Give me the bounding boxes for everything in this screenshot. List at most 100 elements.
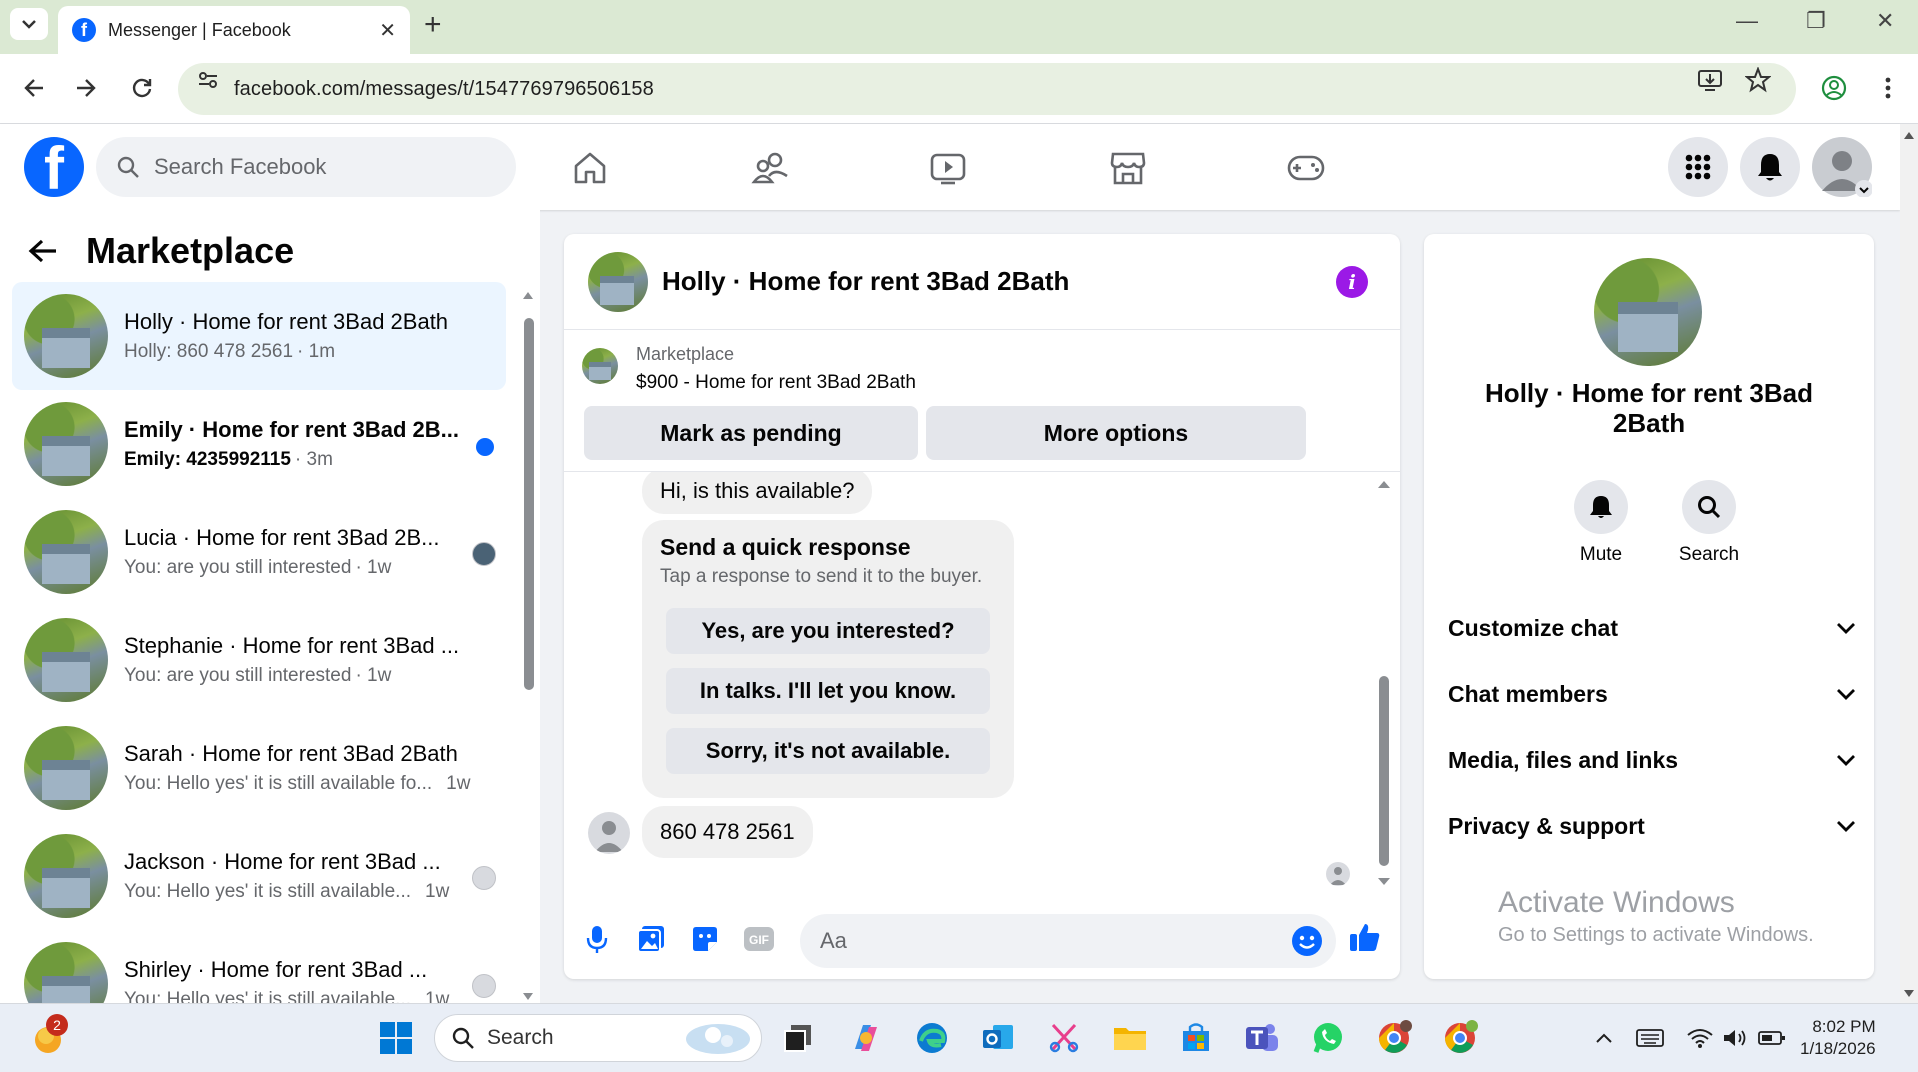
keyboard-icon[interactable] — [1630, 1018, 1670, 1058]
listing-title[interactable]: $900 - Home for rent 3Bad 2Bath — [636, 372, 916, 394]
new-tab-button[interactable]: + — [424, 10, 442, 40]
chrome-icon[interactable] — [1374, 1018, 1414, 1058]
more-options-button[interactable]: More options — [926, 406, 1306, 460]
scroll-down-icon[interactable] — [522, 992, 534, 1002]
sticker-icon[interactable] — [688, 922, 722, 956]
taskbar-search[interactable]: Search — [434, 1014, 762, 1062]
chat-list-scrollbar[interactable] — [522, 290, 534, 1000]
wifi-icon[interactable] — [1680, 1018, 1720, 1058]
quick-response-option[interactable]: In talks. I'll let you know. — [666, 668, 990, 714]
search-in-chat-button[interactable]: Search — [1664, 480, 1754, 566]
volume-icon[interactable] — [1716, 1018, 1756, 1058]
listing-thumbnail[interactable] — [582, 348, 618, 384]
conversation-title[interactable]: Holly · Home for rent 3Bad 2Bath — [662, 266, 1069, 297]
gif-icon[interactable]: GIF — [742, 922, 776, 956]
message-thread: Hi, is this available? Send a quick resp… — [564, 472, 1400, 892]
site-settings-icon[interactable] — [194, 66, 222, 94]
media-files-links-section[interactable]: Media, files and links — [1448, 740, 1856, 780]
chat-members-section[interactable]: Chat members — [1448, 674, 1856, 714]
file-explorer-icon[interactable] — [1110, 1018, 1150, 1058]
chat-time: · 1m — [297, 341, 336, 362]
taskbar-search-placeholder: Search — [487, 1026, 554, 1049]
scrollbar-thumb[interactable] — [1379, 676, 1389, 866]
edge-icon[interactable] — [912, 1018, 952, 1058]
browser-tab-messenger[interactable]: f Messenger | Facebook ✕ — [58, 6, 410, 54]
mute-button[interactable]: Mute — [1556, 480, 1646, 566]
tab-list-button[interactable] — [10, 8, 48, 40]
battery-icon[interactable] — [1752, 1018, 1792, 1058]
menu-dots-icon[interactable] — [1870, 70, 1906, 106]
minimize-icon[interactable]: — — [1736, 8, 1758, 34]
outlook-icon[interactable] — [978, 1018, 1018, 1058]
microphone-icon[interactable] — [580, 922, 614, 956]
close-tab-icon[interactable]: ✕ — [379, 18, 396, 43]
chrome-profile-icon[interactable] — [1440, 1018, 1480, 1058]
home-icon[interactable] — [566, 144, 614, 192]
friends-icon[interactable] — [746, 144, 794, 192]
listing-avatar — [24, 618, 108, 702]
menu-grid-icon[interactable] — [1668, 137, 1728, 197]
notification-badge: 2 — [46, 1014, 68, 1036]
windows-start-icon[interactable] — [376, 1018, 416, 1058]
chat-time: · 1w — [355, 557, 392, 578]
microsoft-store-icon[interactable] — [1176, 1018, 1216, 1058]
install-app-icon[interactable] — [1696, 66, 1724, 94]
forward-icon[interactable] — [68, 70, 104, 106]
quick-response-option[interactable]: Sorry, it's not available. — [666, 728, 990, 774]
scrollbar-thumb[interactable] — [524, 318, 534, 690]
privacy-support-section[interactable]: Privacy & support — [1448, 806, 1856, 846]
close-window-icon[interactable]: ✕ — [1876, 8, 1894, 34]
thread-scrollbar[interactable] — [1376, 478, 1392, 888]
chat-item[interactable]: Sarah · Home for rent 3Bad 2Bath You: He… — [12, 714, 506, 822]
gaming-icon[interactable] — [1282, 144, 1330, 192]
conversation-avatar[interactable] — [588, 251, 648, 312]
address-bar[interactable]: facebook.com/messages/t/1547769796506158 — [178, 63, 1796, 115]
snipping-tool-icon[interactable] — [1044, 1018, 1084, 1058]
details-name: Holly · Home for rent 3Bad 2Bath — [1485, 378, 1813, 438]
facebook-logo[interactable]: f — [24, 137, 84, 197]
video-icon[interactable] — [924, 144, 972, 192]
chat-item[interactable]: Holly · Home for rent 3Bad 2Bath Holly: … — [12, 282, 506, 390]
info-icon[interactable]: i — [1336, 266, 1368, 298]
chat-item[interactable]: Jackson · Home for rent 3Bad ... You: He… — [12, 822, 506, 930]
marketplace-icon[interactable] — [1104, 144, 1152, 192]
system-clock[interactable]: 8:02 PM 1/18/2026 — [1800, 1016, 1876, 1060]
chat-preview: Emily: 4235992115 — [124, 449, 291, 470]
scroll-up-icon[interactable] — [1900, 128, 1918, 142]
message-input[interactable]: Aa — [800, 914, 1336, 968]
mark-as-pending-button[interactable]: Mark as pending — [584, 406, 918, 460]
notifications-bell-icon[interactable] — [1740, 137, 1800, 197]
scroll-up-icon[interactable] — [1376, 478, 1392, 490]
account-avatar[interactable] — [1812, 137, 1872, 197]
back-arrow-icon[interactable] — [28, 238, 58, 264]
back-icon[interactable] — [16, 70, 52, 106]
emoji-icon[interactable] — [1292, 926, 1322, 956]
restore-icon[interactable]: ❐ — [1806, 8, 1826, 34]
teams-icon[interactable] — [1242, 1018, 1282, 1058]
like-thumb-icon[interactable] — [1348, 920, 1382, 954]
copilot-icon[interactable] — [846, 1018, 886, 1058]
chat-item[interactable]: Shirley · Home for rent 3Bad ... You: He… — [12, 930, 506, 1003]
page-scrollbar[interactable] — [1900, 124, 1918, 1003]
facebook-search-input[interactable]: Search Facebook — [96, 137, 516, 197]
scroll-up-icon[interactable] — [522, 290, 534, 300]
bookmark-star-icon[interactable] — [1744, 66, 1772, 94]
chat-item[interactable]: Lucia · Home for rent 3Bad 2B... You: ar… — [12, 498, 506, 606]
profile-icon[interactable] — [1816, 70, 1852, 106]
customize-chat-section[interactable]: Customize chat — [1448, 608, 1856, 648]
section-label: Customize chat — [1448, 614, 1618, 641]
task-view-icon[interactable] — [778, 1018, 818, 1058]
watermark-subtitle: Go to Settings to activate Windows. — [1498, 924, 1814, 946]
show-hidden-icons-chevron-up-icon[interactable] — [1584, 1018, 1624, 1058]
whatsapp-icon[interactable] — [1308, 1018, 1348, 1058]
sender-avatar — [588, 812, 630, 854]
photo-icon[interactable] — [634, 922, 668, 956]
details-avatar[interactable] — [1594, 258, 1702, 366]
reload-icon[interactable] — [124, 70, 160, 106]
quick-response-option[interactable]: Yes, are you interested? — [666, 608, 990, 654]
chat-item[interactable]: Stephanie · Home for rent 3Bad ... You: … — [12, 606, 506, 714]
scroll-down-icon[interactable] — [1376, 876, 1392, 888]
chat-item[interactable]: Emily · Home for rent 3Bad 2B... Emily: … — [12, 390, 506, 498]
scroll-down-icon[interactable] — [1900, 987, 1918, 1001]
facebook-favicon: f — [72, 18, 96, 42]
